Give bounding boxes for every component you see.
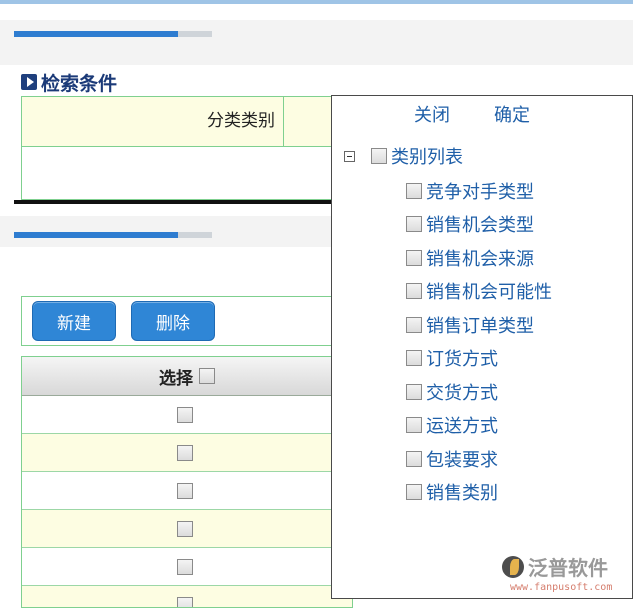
tree-item-checkbox[interactable] [406, 451, 422, 467]
row-checkbox[interactable] [177, 559, 193, 575]
tree-item-checkbox[interactable] [406, 183, 422, 199]
logo-url: www.fanpusoft.com [502, 582, 632, 593]
row-checkbox[interactable] [177, 445, 193, 461]
row-checkbox[interactable] [177, 521, 193, 537]
data-grid: 选择 [21, 356, 353, 608]
tree-item-label[interactable]: 销售机会类型 [426, 211, 534, 237]
tree-item-checkbox[interactable] [406, 350, 422, 366]
table-row [22, 586, 352, 608]
search-title-text: 检索条件 [41, 69, 117, 96]
watermark-logo: 泛普软件 www.fanpusoft.com [502, 552, 632, 593]
tree-item-label[interactable]: 销售订单类型 [426, 312, 534, 338]
tree-root: 类别列表 [344, 143, 463, 169]
tree-item: 销售机会可能性 [406, 275, 552, 309]
select-all-checkbox[interactable] [199, 368, 215, 384]
search-section-title: 检索条件 [21, 70, 117, 94]
tree-item: 订货方式 [406, 342, 552, 376]
logo-mark-icon [502, 556, 524, 578]
tree-item: 销售类别 [406, 476, 552, 510]
tree-item-checkbox[interactable] [406, 317, 422, 333]
grid-header-select: 选择 [22, 357, 352, 396]
tree-item-checkbox[interactable] [406, 384, 422, 400]
logo-text: 泛普软件 [528, 552, 608, 581]
row-checkbox[interactable] [177, 407, 193, 423]
select-header-label: 选择 [159, 364, 193, 389]
table-row [22, 434, 352, 472]
tree-item: 竞争对手类型 [406, 174, 552, 208]
tree-item-label[interactable]: 订货方式 [426, 345, 498, 371]
row-checkbox[interactable] [177, 597, 193, 608]
delete-button[interactable]: 删除 [131, 301, 215, 341]
tree-item-label[interactable]: 销售机会来源 [426, 245, 534, 271]
tree-list: 竞争对手类型 销售机会类型 销售机会来源 销售机会可能性 销售订单类型 订货方式… [406, 174, 552, 509]
tree-item-label[interactable]: 销售类别 [426, 479, 498, 505]
tree-item-checkbox[interactable] [406, 484, 422, 500]
tree-item-label[interactable]: 销售机会可能性 [426, 278, 552, 304]
progress-bar-top [14, 31, 212, 37]
tree-item-checkbox[interactable] [406, 250, 422, 266]
tree-item-checkbox[interactable] [406, 216, 422, 232]
progress-bar-bottom [14, 232, 212, 238]
tree-item-label[interactable]: 包装要求 [426, 446, 498, 472]
tree-item: 销售机会类型 [406, 208, 552, 242]
confirm-link[interactable]: 确定 [494, 101, 530, 127]
table-row [22, 472, 352, 510]
tree-item-label[interactable]: 交货方式 [426, 379, 498, 405]
search-row-category: 分类类别 [22, 97, 352, 147]
tree-item: 交货方式 [406, 375, 552, 409]
category-picker-popup: 关闭 确定 类别列表 竞争对手类型 销售机会类型 销售机会来源 销售机会可能性 … [331, 95, 633, 599]
tree-item-checkbox[interactable] [406, 417, 422, 433]
logo-main: 泛普软件 [502, 552, 632, 581]
close-link[interactable]: 关闭 [414, 101, 450, 127]
category-type-label: 分类类别 [22, 97, 284, 146]
table-row [22, 548, 352, 586]
tree-item-checkbox[interactable] [406, 283, 422, 299]
search-conditions-panel: 分类类别 [21, 96, 353, 200]
new-button[interactable]: 新建 [32, 301, 116, 341]
divider-bar [14, 200, 339, 204]
tree-item: 销售机会来源 [406, 241, 552, 275]
collapse-icon[interactable] [344, 151, 355, 162]
progress-fill-bottom [14, 232, 178, 238]
tree-item-label[interactable]: 竞争对手类型 [426, 178, 534, 204]
play-icon [21, 74, 37, 90]
popup-header: 关闭 确定 [332, 96, 632, 132]
row-checkbox[interactable] [177, 483, 193, 499]
top-strip [0, 0, 633, 4]
table-row [22, 510, 352, 548]
tree-item: 销售订单类型 [406, 308, 552, 342]
header-band-top [0, 20, 633, 65]
toolbar-panel: 新建 删除 [21, 296, 353, 346]
tree-item-label[interactable]: 运送方式 [426, 412, 498, 438]
table-row [22, 396, 352, 434]
tree-item: 运送方式 [406, 409, 552, 443]
tree-root-label: 类别列表 [391, 143, 463, 169]
tree-item: 包装要求 [406, 442, 552, 476]
tree-root-checkbox[interactable] [371, 148, 387, 164]
progress-fill-top [14, 31, 178, 37]
